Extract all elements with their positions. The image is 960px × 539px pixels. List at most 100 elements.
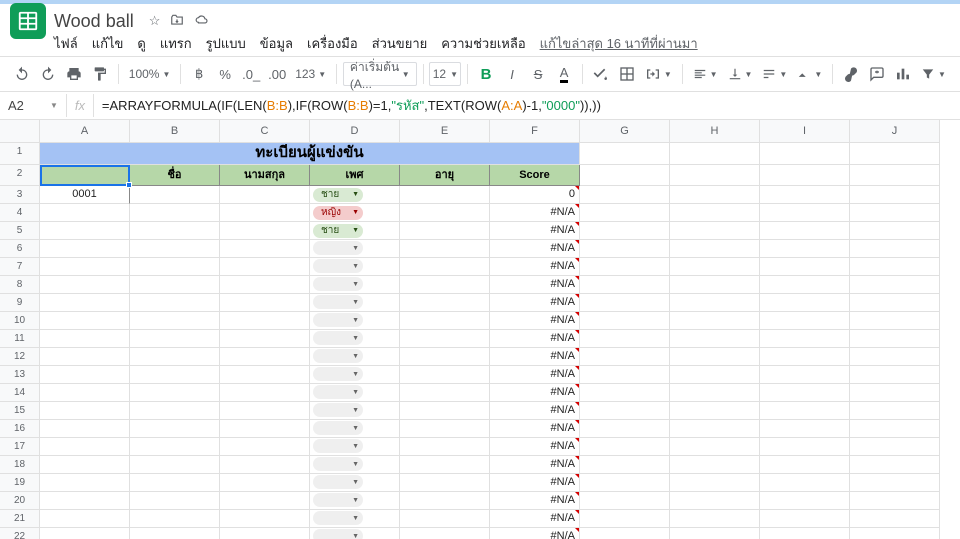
- row-header-3[interactable]: 3: [0, 186, 40, 204]
- gender-chip[interactable]: ▼: [313, 295, 363, 309]
- cell-I11[interactable]: [760, 330, 850, 348]
- paint-format-button[interactable]: [88, 61, 112, 87]
- menu-รูปแบบ[interactable]: รูปแบบ: [206, 33, 246, 54]
- cell-G3[interactable]: [580, 186, 670, 204]
- cell-I9[interactable]: [760, 294, 850, 312]
- cell-A16[interactable]: [40, 420, 130, 438]
- cell-E13[interactable]: [400, 366, 490, 384]
- cell-B16[interactable]: [130, 420, 220, 438]
- col-header-I[interactable]: I: [760, 120, 850, 143]
- cell-G10[interactable]: [580, 312, 670, 330]
- cell-C20[interactable]: [220, 492, 310, 510]
- cell-F5[interactable]: #N/A: [490, 222, 580, 240]
- cell-D3[interactable]: ชาย▼: [310, 186, 400, 204]
- gender-chip[interactable]: ▼: [313, 241, 363, 255]
- row-header-1[interactable]: 1: [0, 143, 40, 165]
- cell-H20[interactable]: [670, 492, 760, 510]
- cell-J19[interactable]: [850, 474, 940, 492]
- row-header-12[interactable]: 12: [0, 348, 40, 366]
- cell-D14[interactable]: ▼: [310, 384, 400, 402]
- cell-I15[interactable]: [760, 402, 850, 420]
- italic-button[interactable]: I: [500, 61, 524, 87]
- col-header-D[interactable]: D: [310, 120, 400, 143]
- row-header-9[interactable]: 9: [0, 294, 40, 312]
- cell-J22[interactable]: [850, 528, 940, 539]
- cell-D5[interactable]: ชาย▼: [310, 222, 400, 240]
- cell-H8[interactable]: [670, 276, 760, 294]
- percent-button[interactable]: %: [213, 61, 237, 87]
- cell-F21[interactable]: #N/A: [490, 510, 580, 528]
- gender-chip[interactable]: ▼: [313, 349, 363, 363]
- cell-C9[interactable]: [220, 294, 310, 312]
- gender-chip[interactable]: ▼: [313, 493, 363, 507]
- row-header-19[interactable]: 19: [0, 474, 40, 492]
- cell-D12[interactable]: ▼: [310, 348, 400, 366]
- cell-G11[interactable]: [580, 330, 670, 348]
- cell-I17[interactable]: [760, 438, 850, 456]
- cell-F3[interactable]: 0: [490, 186, 580, 204]
- cell-C10[interactable]: [220, 312, 310, 330]
- cell-A13[interactable]: [40, 366, 130, 384]
- cell-C17[interactable]: [220, 438, 310, 456]
- cell-A17[interactable]: [40, 438, 130, 456]
- cell-G19[interactable]: [580, 474, 670, 492]
- cell-D8[interactable]: ▼: [310, 276, 400, 294]
- cell-D4[interactable]: หญิง▼: [310, 204, 400, 222]
- cell[interactable]: [670, 165, 760, 186]
- cell-A8[interactable]: [40, 276, 130, 294]
- cell-E9[interactable]: [400, 294, 490, 312]
- row-header-7[interactable]: 7: [0, 258, 40, 276]
- cell-F20[interactable]: #N/A: [490, 492, 580, 510]
- cell-H21[interactable]: [670, 510, 760, 528]
- cell-I6[interactable]: [760, 240, 850, 258]
- header-cell[interactable]: เพศ: [310, 165, 400, 186]
- menu-ข้อมูล[interactable]: ข้อมูล: [260, 33, 293, 54]
- filter-button[interactable]: ▼: [917, 67, 950, 81]
- cell-E16[interactable]: [400, 420, 490, 438]
- text-color-button[interactable]: A: [552, 61, 576, 87]
- row-header-4[interactable]: 4: [0, 204, 40, 222]
- menu-ส่วนขยาย[interactable]: ส่วนขยาย: [372, 33, 428, 54]
- cell-J16[interactable]: [850, 420, 940, 438]
- cell-C12[interactable]: [220, 348, 310, 366]
- cell-E18[interactable]: [400, 456, 490, 474]
- cell-F18[interactable]: #N/A: [490, 456, 580, 474]
- row-header-21[interactable]: 21: [0, 510, 40, 528]
- cell-D19[interactable]: ▼: [310, 474, 400, 492]
- zoom-select[interactable]: 100%▼: [125, 67, 175, 81]
- gender-chip[interactable]: ▼: [313, 385, 363, 399]
- row-header-16[interactable]: 16: [0, 420, 40, 438]
- cell-D21[interactable]: ▼: [310, 510, 400, 528]
- redo-button[interactable]: [36, 61, 60, 87]
- gender-chip[interactable]: หญิง▼: [313, 206, 363, 220]
- font-select[interactable]: ค่าเริ่มต้น (A...▼: [343, 62, 417, 86]
- cell-G6[interactable]: [580, 240, 670, 258]
- gender-chip[interactable]: ▼: [313, 421, 363, 435]
- select-all-corner[interactable]: [0, 120, 40, 143]
- cell-D13[interactable]: ▼: [310, 366, 400, 384]
- cell-C8[interactable]: [220, 276, 310, 294]
- cell-A22[interactable]: [40, 528, 130, 539]
- cell-C11[interactable]: [220, 330, 310, 348]
- cell-J14[interactable]: [850, 384, 940, 402]
- menu-แก้ไข[interactable]: แก้ไข: [92, 33, 124, 54]
- menu-ความช่วยเหลือ[interactable]: ความช่วยเหลือ: [441, 33, 525, 54]
- cell-D15[interactable]: ▼: [310, 402, 400, 420]
- cell-G15[interactable]: [580, 402, 670, 420]
- cell-B7[interactable]: [130, 258, 220, 276]
- cell-H3[interactable]: [670, 186, 760, 204]
- cell-I10[interactable]: [760, 312, 850, 330]
- header-cell[interactable]: [40, 165, 130, 186]
- col-header-E[interactable]: E: [400, 120, 490, 143]
- cell-I14[interactable]: [760, 384, 850, 402]
- comment-button[interactable]: [865, 61, 889, 87]
- cell-I3[interactable]: [760, 186, 850, 204]
- cell-C21[interactable]: [220, 510, 310, 528]
- star-icon[interactable]: ☆: [149, 13, 161, 29]
- cell-A9[interactable]: [40, 294, 130, 312]
- cell-A6[interactable]: [40, 240, 130, 258]
- gender-chip[interactable]: ▼: [313, 259, 363, 273]
- header-cell[interactable]: ชื่อ: [130, 165, 220, 186]
- cell-C14[interactable]: [220, 384, 310, 402]
- rotate-button[interactable]: ▼: [793, 67, 826, 81]
